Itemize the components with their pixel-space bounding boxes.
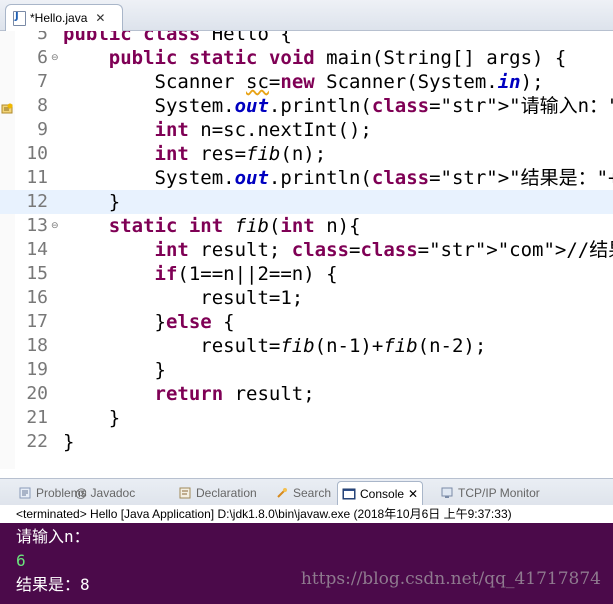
line-number: 21 bbox=[26, 407, 48, 428]
code-text: int n=sc.nextInt(); bbox=[154, 119, 372, 141]
code-line[interactable]: 9 int n=sc.nextInt(); bbox=[0, 118, 613, 142]
code-line[interactable]: 5 public class Hello { bbox=[0, 31, 613, 46]
code-line[interactable]: 18 result=fib(n-1)+fib(n-2); bbox=[0, 334, 613, 358]
code-line[interactable]: 7 Scanner sc=new Scanner(System.in); bbox=[0, 70, 613, 94]
fold-toggle-icon[interactable]: ⊖ bbox=[51, 53, 59, 63]
line-number: 15 bbox=[26, 263, 48, 284]
line-number: 17 bbox=[26, 311, 48, 332]
console-line: 结果是：8 bbox=[16, 575, 90, 594]
line-number: 5 bbox=[37, 31, 48, 44]
code-line[interactable]: 14 int result; class=class="str">"com">/… bbox=[0, 238, 613, 262]
code-line[interactable]: 22} bbox=[0, 430, 613, 454]
close-icon[interactable]: ✕ bbox=[95, 11, 105, 25]
code-text: } bbox=[63, 407, 121, 429]
line-number: 12 bbox=[26, 191, 48, 212]
line-number: 20 bbox=[26, 383, 48, 404]
console-status: <terminated> Hello [Java Application] D:… bbox=[0, 505, 613, 523]
code-line[interactable]: 12 } bbox=[0, 190, 613, 214]
code-text: return result; bbox=[154, 383, 315, 405]
line-number: 13 bbox=[26, 215, 48, 236]
close-icon[interactable]: ✕ bbox=[408, 487, 418, 501]
console-icon bbox=[342, 487, 356, 501]
code-text: public class Hello { bbox=[63, 31, 292, 45]
code-text: if(1==n||2==n) { bbox=[154, 263, 338, 285]
view-tab-label: Console bbox=[360, 487, 405, 501]
code-line[interactable]: 20 return result; bbox=[0, 382, 613, 406]
code-line[interactable]: 15 if(1==n||2==n) { bbox=[0, 262, 613, 286]
line-number: 7 bbox=[37, 71, 48, 92]
code-line[interactable]: 19 } bbox=[0, 358, 613, 382]
code-text: System.out.println(class="str">"请输入n："); bbox=[63, 95, 613, 117]
line-number: 14 bbox=[26, 239, 48, 260]
code-line[interactable]: 21 } bbox=[0, 406, 613, 430]
fold-toggle-icon[interactable]: ⊖ bbox=[51, 221, 59, 231]
code-text: } bbox=[63, 431, 75, 453]
code-text: int result; class=class="str">"com">//结果 bbox=[154, 239, 613, 261]
line-number: 18 bbox=[26, 335, 48, 356]
line-number: 19 bbox=[26, 359, 48, 380]
code-text: result=fib(n-1)+fib(n-2); bbox=[63, 335, 487, 357]
declaration-icon bbox=[178, 486, 192, 500]
view-tab-console[interactable]: Console ✕ bbox=[337, 481, 424, 506]
code-text: int res=fib(n); bbox=[154, 143, 327, 165]
java-file-icon: J bbox=[13, 11, 26, 26]
editor-tab-bar: J *Hello.java ✕ bbox=[0, 0, 613, 31]
view-tab-label: Declaration bbox=[196, 486, 257, 500]
code-line[interactable]: 16 result=1; bbox=[0, 286, 613, 310]
view-tab-label: @ Javadoc bbox=[75, 486, 136, 500]
code-text: static int fib(int n){ bbox=[108, 215, 361, 237]
code-text: } bbox=[63, 191, 121, 213]
code-editor[interactable]: 5 public class Hello {6 ⊖ public static vo… bbox=[0, 31, 613, 469]
console-line: 请输入n： bbox=[16, 527, 90, 546]
code-text: } bbox=[63, 359, 166, 381]
bottom-view-tabs: Problems @ Javadoc Declaration Search Consol… bbox=[0, 478, 613, 506]
code-text: }else { bbox=[63, 311, 235, 333]
console-input-line: 6 bbox=[16, 551, 26, 570]
watermark: https://blog.csdn.net/qq_41717874 bbox=[300, 569, 601, 589]
view-tab-label: TCP/IP Monitor bbox=[458, 486, 540, 500]
console-output[interactable]: 请输入n： 6 结果是：8 https://blog.csdn.net/qq_4… bbox=[0, 523, 613, 604]
code-text: System.out.println(class="str">"结果是："+re… bbox=[63, 167, 613, 189]
code-line[interactable]: 11 System.out.println(class="str">"结果是："… bbox=[0, 166, 613, 190]
code-line[interactable]: 13 ⊖ static int fib(int n){ bbox=[0, 214, 613, 238]
monitor-icon bbox=[440, 486, 454, 500]
code-line[interactable]: 17 }else { bbox=[0, 310, 613, 334]
line-number: 11 bbox=[26, 167, 48, 188]
editor-tab-title: *Hello.java bbox=[30, 11, 88, 25]
line-number: 16 bbox=[26, 287, 48, 308]
line-number: 8 bbox=[37, 95, 48, 116]
view-tab-javadoc[interactable]: @ Javadoc bbox=[75, 482, 135, 504]
code-line[interactable]: 10 int res=fib(n); bbox=[0, 142, 613, 166]
line-number: 10 bbox=[26, 143, 48, 164]
view-tab-declaration[interactable]: Declaration bbox=[178, 482, 257, 504]
editor-tab-hello-java[interactable]: J *Hello.java ✕ bbox=[5, 4, 123, 31]
line-number: 22 bbox=[26, 431, 48, 452]
code-line[interactable]: 8 System.out.println(class="str">"请输入n："… bbox=[0, 94, 613, 118]
line-number: 6 bbox=[37, 47, 48, 68]
problems-icon bbox=[18, 486, 32, 500]
search-icon bbox=[275, 486, 289, 500]
view-tab-tcp-ip-monitor[interactable]: TCP/IP Monitor bbox=[440, 482, 540, 504]
view-tab-label: Search bbox=[293, 486, 332, 500]
code-text: public static void main(String[] args) { bbox=[108, 47, 567, 69]
code-text: Scanner sc=new Scanner(System.in); bbox=[63, 71, 544, 93]
code-text: result=1; bbox=[63, 287, 304, 309]
line-number: 9 bbox=[37, 119, 48, 140]
code-line[interactable]: 6 ⊖ public static void main(String[] args… bbox=[0, 46, 613, 70]
view-tab-search[interactable]: Search bbox=[275, 482, 331, 504]
